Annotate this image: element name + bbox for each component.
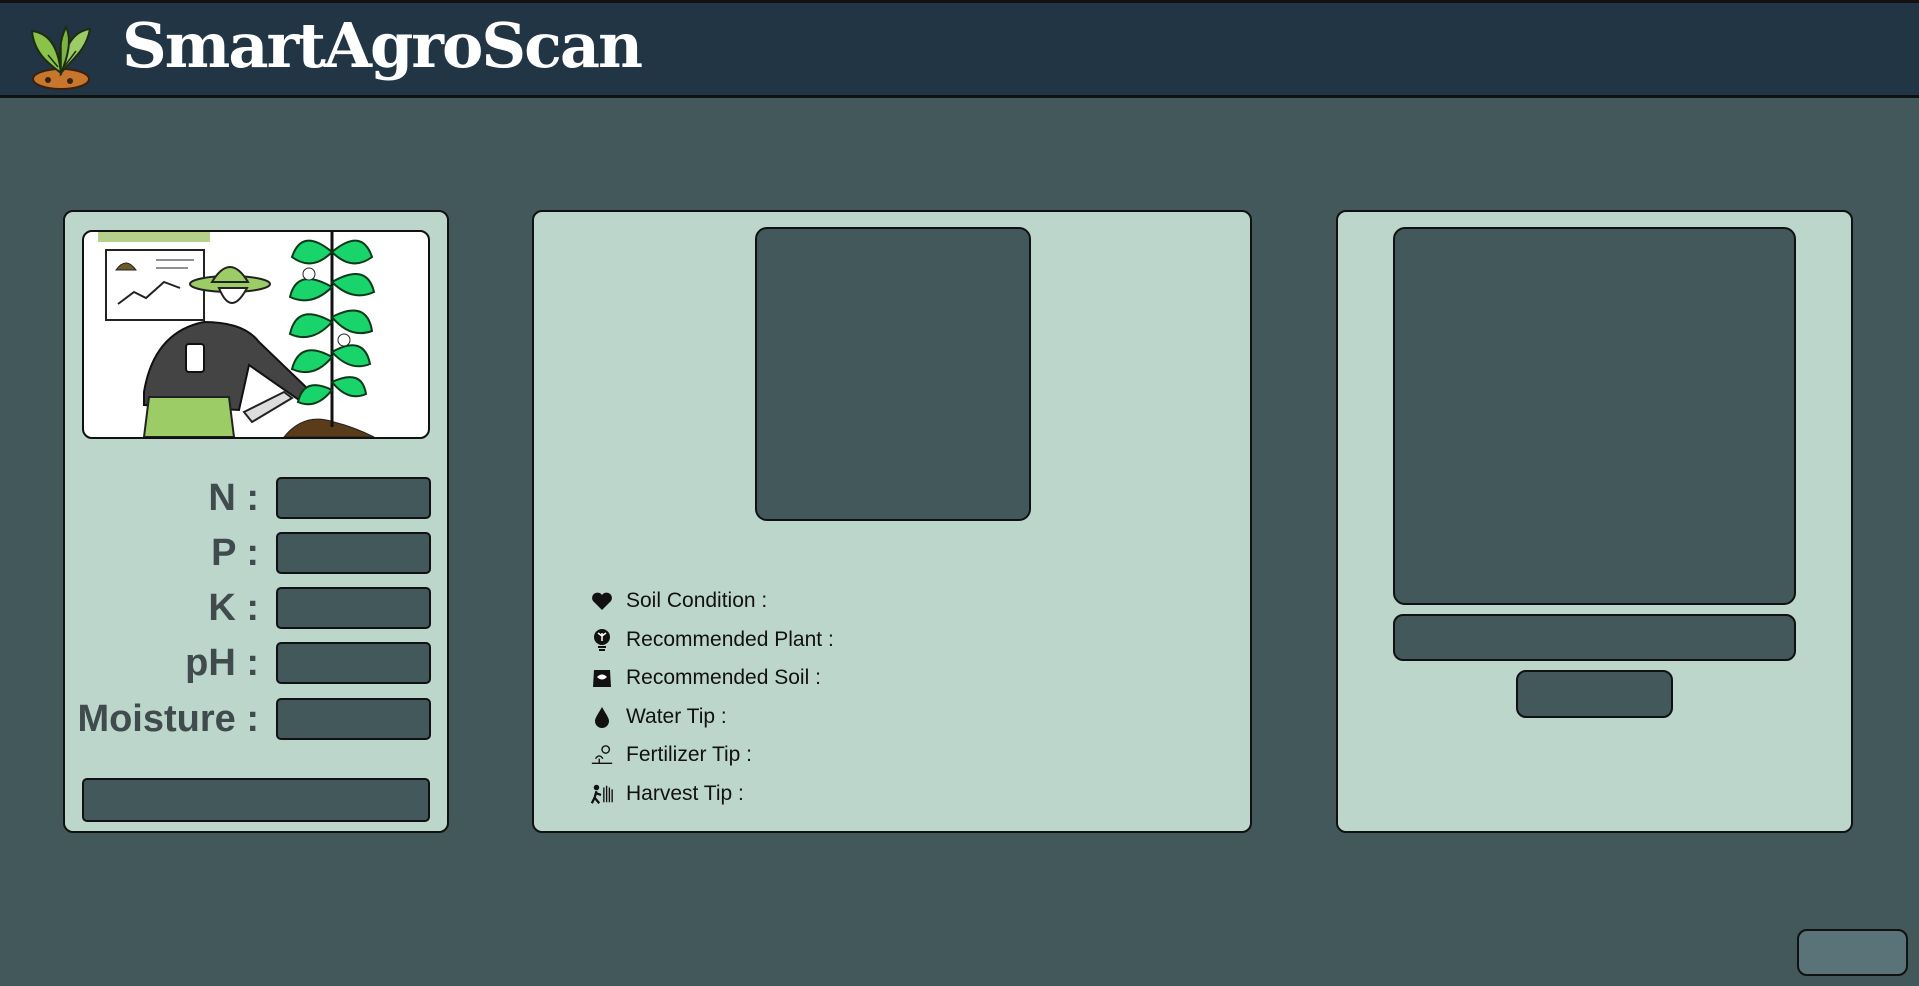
corner-action-button[interactable] [1797, 929, 1908, 976]
phosphorus-label: P : [211, 532, 259, 574]
plant-bulb-icon [590, 627, 614, 653]
potassium-label: K : [208, 587, 259, 629]
fertilizer-tip-label: Fertilizer Tip : [626, 743, 753, 767]
recommended-plant-label: Recommended Plant : [626, 627, 834, 651]
harvest-icon [590, 781, 614, 807]
app-header: SmartAgroScan [0, 0, 1919, 98]
soil-bag-icon [590, 665, 614, 691]
water-tip-label: Water Tip : [626, 704, 727, 728]
nitrogen-label: N : [208, 477, 259, 519]
moisture-row: Moisture : [65, 698, 449, 740]
ph-label: pH : [185, 642, 259, 684]
nitrogen-input[interactable] [276, 477, 431, 519]
recommended-soil-item: Recommended Soil : [590, 659, 834, 698]
fertilizer-icon [590, 742, 614, 768]
analysis-results-panel: Soil Condition : Recommended Plant : Rec… [532, 210, 1252, 833]
sprout-leaf-logo-icon [30, 24, 92, 90]
water-tip-item: Water Tip : [590, 698, 834, 737]
ph-row: pH : [65, 642, 449, 684]
sensor-input-panel: N : P : K : pH : Moisture : [63, 210, 449, 833]
phosphorus-row: P : [65, 532, 449, 574]
image-upload-area[interactable] [1393, 227, 1796, 605]
soil-condition-label: Soil Condition : [626, 589, 768, 613]
soil-condition-item: Soil Condition : [590, 582, 834, 621]
file-name-field[interactable] [1393, 614, 1796, 661]
potassium-input[interactable] [276, 587, 431, 629]
recommended-soil-label: Recommended Soil : [626, 666, 821, 690]
result-preview-box [755, 227, 1031, 521]
ph-input[interactable] [276, 642, 431, 684]
farmer-planting-illustration [82, 230, 430, 439]
recommended-plant-item: Recommended Plant : [590, 621, 834, 660]
harvest-tip-item: Harvest Tip : [590, 775, 834, 814]
analyze-button[interactable] [82, 778, 430, 822]
nitrogen-row: N : [65, 477, 449, 519]
heart-icon [590, 588, 614, 614]
fertilizer-tip-item: Fertilizer Tip : [590, 736, 834, 775]
water-drop-icon [590, 704, 614, 730]
phosphorus-input[interactable] [276, 532, 431, 574]
harvest-tip-label: Harvest Tip : [626, 781, 744, 805]
moisture-label: Moisture : [77, 698, 259, 740]
app-title: SmartAgroScan [122, 9, 643, 82]
result-list: Soil Condition : Recommended Plant : Rec… [590, 582, 834, 813]
image-scan-panel [1336, 210, 1853, 833]
moisture-input[interactable] [276, 698, 431, 740]
potassium-row: K : [65, 587, 449, 629]
scan-button[interactable] [1516, 670, 1673, 718]
